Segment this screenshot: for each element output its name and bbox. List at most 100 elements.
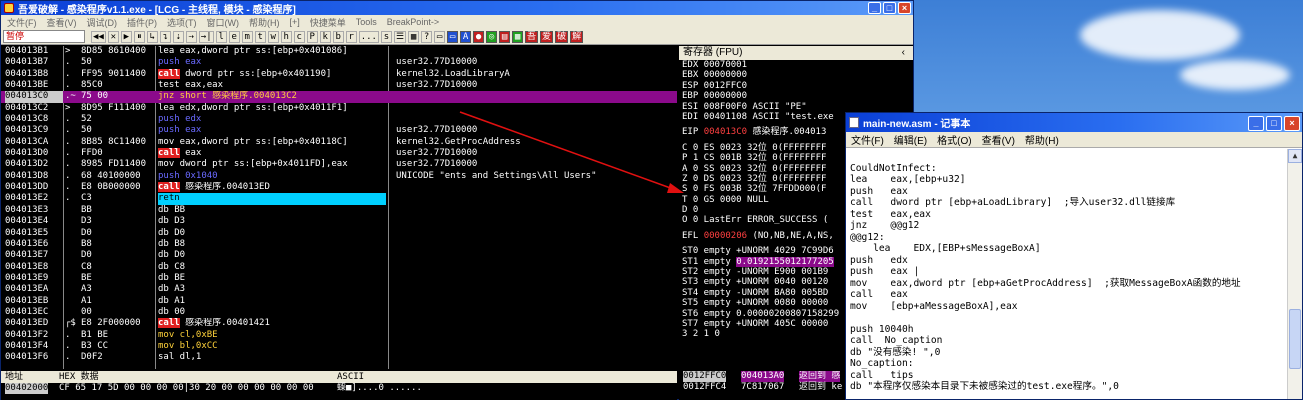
- toolbar-button[interactable]: s: [380, 30, 392, 43]
- toolbar-button[interactable]: →|: [198, 30, 214, 43]
- notepad-maximize-button[interactable]: □: [1266, 116, 1282, 131]
- toolbar-button[interactable]: ↳: [146, 30, 158, 43]
- toolbar-button[interactable]: 吾: [525, 30, 539, 43]
- stack-addr: 0012FFC0: [683, 371, 727, 382]
- toolbar-button[interactable]: ?: [421, 30, 433, 43]
- disasm-row[interactable]: 004013DD. E8 0B000000 call 感染程序.004013ED: [1, 182, 677, 193]
- menu-item[interactable]: 插件(P): [127, 16, 157, 29]
- toolbar-button[interactable]: 破: [555, 30, 569, 43]
- menu-item[interactable]: BreakPoint->: [387, 17, 439, 27]
- toolbar-button[interactable]: ...: [358, 30, 379, 43]
- menu-item[interactable]: 调试(D): [87, 16, 118, 29]
- toolbar-button[interactable]: l: [215, 30, 227, 43]
- toolbar-button[interactable]: ↴: [159, 30, 171, 43]
- toolbar-button[interactable]: ▦: [408, 30, 420, 43]
- disasm-row[interactable]: 004013BE. 85C0 test eax,eax user32.77D10000: [1, 80, 677, 91]
- disasm-row[interactable]: 004013F4. B3 CC mov bl,0xCC: [1, 341, 677, 352]
- disasm-row[interactable]: 004013EC 00 db 00: [1, 307, 677, 318]
- toolbar-button[interactable]: h: [280, 30, 292, 43]
- menu-item[interactable]: 快捷菜单: [310, 16, 346, 29]
- disasm-hex: B3 CC: [81, 340, 109, 351]
- disassembly-pane[interactable]: 004013B1 >8D85 8610400 lea eax,dword ptr s…: [1, 46, 677, 369]
- disasm-row[interactable]: 004013E7 D0 db D0: [1, 250, 677, 261]
- disasm-row[interactable]: 004013B8. FF95 9011400 call dword ptr ss:[…: [1, 68, 677, 80]
- disasm-row[interactable]: 004013E4 D3 db D3: [1, 216, 677, 227]
- disasm-row[interactable]: 004013D0. FFD0 call eax user32.77D10000: [1, 148, 677, 159]
- disasm-row[interactable]: 004013D8. 68 40100000 push 0x1040 UNICODE "…: [1, 171, 677, 182]
- notepad-titlebar[interactable]: main-new.asm - 记事本 _ □ ×: [846, 113, 1302, 132]
- notepad-menu-item[interactable]: 编辑(E): [894, 132, 927, 147]
- toolbar-button[interactable]: ▭: [447, 30, 459, 43]
- disasm-row[interactable]: 004013B1 >8D85 8610400 lea eax,dword ptr s…: [1, 46, 677, 57]
- notepad-minimize-button[interactable]: _: [1248, 116, 1264, 131]
- disasm-row[interactable]: 004013E3 BB db BB: [1, 205, 677, 216]
- close-button[interactable]: ×: [898, 2, 911, 14]
- minimize-button[interactable]: _: [868, 2, 881, 14]
- notepad-scrollbar[interactable]: ▲: [1287, 149, 1302, 399]
- disasm-row[interactable]: 004013C8. 52 push edx: [1, 114, 677, 125]
- disasm-row[interactable]: 004013C9. 50 push eax user32.77D10000: [1, 125, 677, 136]
- toolbar-button[interactable]: ☰: [393, 30, 407, 43]
- memory-dump-pane[interactable]: 地址 HEX 数据 ASCII 00402000 CF 65 17 5D 00 …: [1, 371, 677, 400]
- disasm-row[interactable]: 004013D2. 8985 FD11400 mov dword ptr ss:[e…: [1, 159, 677, 170]
- disasm-row[interactable]: 004013B7. 50 push eax user32.77D10000: [1, 57, 677, 68]
- toolbar-button[interactable]: ●: [473, 30, 485, 43]
- toolbar-button[interactable]: 爱: [540, 30, 554, 43]
- dump-row[interactable]: 00402000 CF 65 17 5D 00 00 00 00|30 20 0…: [1, 383, 677, 394]
- toolbar-button[interactable]: t: [254, 30, 266, 43]
- disasm-row[interactable]: 004013E2. C3 retn: [1, 193, 677, 205]
- disasm-row[interactable]: 004013CA. 8B85 8C11400 mov eax,dword ptr s…: [1, 137, 677, 148]
- disasm-row[interactable]: 004013E5 D0 db D0: [1, 228, 677, 239]
- menu-item[interactable]: 窗口(W): [207, 16, 240, 29]
- menu-item[interactable]: 文件(F): [7, 16, 37, 29]
- collapse-icon[interactable]: ‹: [902, 46, 905, 60]
- disasm-row[interactable]: 004013ED ┌$ E8 2F000000 call 感染程序.00401421: [1, 318, 677, 329]
- disasm-hex: B1 BE: [81, 329, 109, 340]
- disasm-row[interactable]: 004013C2 >8D95 F111400 lea edx,dword ptr s…: [1, 103, 677, 114]
- toolbar-button[interactable]: ⇣: [172, 30, 184, 43]
- disasm-addr: 004013E4: [5, 216, 49, 227]
- toolbar-button[interactable]: A: [460, 30, 472, 43]
- toolbar-button[interactable]: c: [293, 30, 305, 43]
- menu-item[interactable]: 选项(T): [167, 16, 197, 29]
- scroll-up-icon[interactable]: ▲: [1288, 149, 1302, 163]
- toolbar-button[interactable]: ✕: [107, 30, 119, 43]
- maximize-button[interactable]: □: [883, 2, 896, 14]
- toolbar-button[interactable]: ▭: [434, 30, 446, 43]
- toolbar-button[interactable]: e: [228, 30, 240, 43]
- menu-item[interactable]: 查看(V): [47, 16, 77, 29]
- disasm-row[interactable]: 004013E8 C8 db C8: [1, 262, 677, 273]
- toolbar-button[interactable]: ◎: [486, 30, 498, 43]
- toolbar-button[interactable]: 解: [570, 30, 584, 43]
- disasm-row[interactable]: 004013F6. D0F2 sal dl,1: [1, 352, 677, 363]
- toolbar-button[interactable]: w: [267, 30, 279, 43]
- toolbar-button[interactable]: ▦: [512, 30, 524, 43]
- notepad-close-button[interactable]: ×: [1284, 116, 1300, 131]
- toolbar-button[interactable]: ▤: [499, 30, 511, 43]
- toolbar-button[interactable]: ◀◀: [91, 30, 106, 43]
- disasm-row[interactable]: 004013EA A3 db A3: [1, 284, 677, 295]
- disasm-row[interactable]: 004013EB A1 db A1: [1, 296, 677, 307]
- notepad-text-area[interactable]: CouldNotInfect: lea eax,[ebp+u32] push eax…: [850, 151, 1286, 399]
- notepad-menu-item[interactable]: 查看(V): [982, 132, 1015, 147]
- disasm-row[interactable]: 004013E6 B8 db B8: [1, 239, 677, 250]
- notepad-menu-item[interactable]: 帮助(H): [1025, 132, 1059, 147]
- notepad-menu-item[interactable]: 格式(O): [937, 132, 971, 147]
- toolbar-button[interactable]: ⇢: [185, 30, 197, 43]
- toolbar-button[interactable]: r: [345, 30, 357, 43]
- menu-item[interactable]: [+]: [290, 17, 300, 27]
- toolbar-button[interactable]: b: [332, 30, 344, 43]
- menu-item[interactable]: Tools: [356, 17, 377, 27]
- notepad-menu-item[interactable]: 文件(F): [851, 132, 884, 147]
- menu-item[interactable]: 帮助(H): [249, 16, 280, 29]
- toolbar-button[interactable]: ▶: [120, 30, 132, 43]
- scroll-thumb[interactable]: [1289, 309, 1301, 369]
- disasm-row[interactable]: 004013F2. B1 BE mov cl,0xBE: [1, 330, 677, 341]
- disasm-row[interactable]: 004013C0 .~ 75 00 jnz short 感染程序.004013C2: [1, 91, 677, 103]
- debugger-titlebar[interactable]: 吾爱破解 - 感染程序v1.1.exe - [LCG - 主线程, 模块 - 感…: [1, 1, 913, 16]
- disasm-row[interactable]: 004013E9 BE db BE: [1, 273, 677, 284]
- toolbar-button[interactable]: k: [319, 30, 331, 43]
- toolbar-button[interactable]: ⏸: [133, 30, 145, 43]
- toolbar-button[interactable]: P: [306, 30, 318, 43]
- toolbar-button[interactable]: m: [241, 30, 253, 43]
